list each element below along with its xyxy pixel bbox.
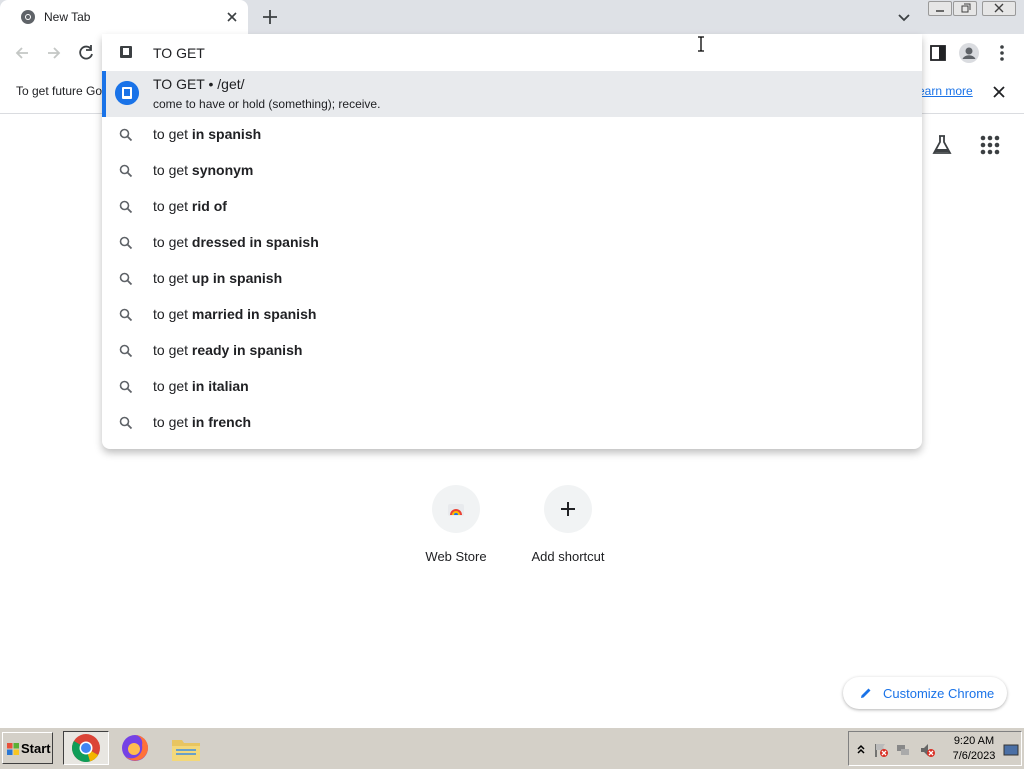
back-icon[interactable] (12, 43, 32, 63)
suggestion-row[interactable]: to get dressed in spanish (102, 225, 922, 261)
suggestion-row[interactable]: to get ready in spanish (102, 333, 922, 369)
minimize-icon (936, 10, 944, 12)
search-icon (119, 308, 133, 322)
suggestion-row[interactable]: to get in spanish (102, 117, 922, 153)
tab-strip: New Tab (0, 0, 1024, 34)
shortcut-label: Add shortcut (531, 549, 605, 564)
suggestion-text: to get ready in spanish (153, 342, 303, 358)
tab-title: New Tab (44, 10, 91, 24)
start-label: Start (21, 741, 51, 756)
customize-chrome-button[interactable]: Customize Chrome (843, 677, 1007, 709)
apps-grid-icon[interactable] (978, 133, 1002, 157)
start-button[interactable]: Start (2, 732, 53, 764)
menu-dots-icon[interactable] (991, 42, 1013, 64)
search-icon (119, 416, 133, 430)
page-icon (120, 46, 132, 58)
learn-more-link[interactable]: earn more (918, 84, 978, 98)
search-icon (119, 272, 133, 286)
web-store-icon (448, 504, 464, 516)
omnibox-input[interactable]: TO GET (153, 45, 205, 61)
labs-flask-icon[interactable] (930, 133, 954, 157)
plus-icon (561, 502, 575, 516)
dictionary-icon (115, 81, 139, 105)
text-cursor-icon (698, 36, 704, 52)
restore-icon (961, 3, 971, 13)
restore-button[interactable] (953, 1, 977, 16)
search-icon (119, 164, 133, 178)
tab-new-tab[interactable]: New Tab (0, 0, 248, 34)
clock-date: 7/6/2023 (952, 750, 996, 762)
search-icon (119, 128, 133, 142)
answer-definition: come to have or hold (something); receiv… (153, 97, 381, 111)
show-desktop-icon[interactable] (1003, 742, 1019, 758)
close-icon (994, 3, 1004, 13)
suggestion-text: to get dressed in spanish (153, 234, 319, 250)
suggestion-text: to get up in spanish (153, 270, 283, 286)
shortcut-tile (544, 485, 592, 533)
suggestion-text: to get synonym (153, 162, 254, 178)
close-tab-icon[interactable] (224, 9, 240, 25)
omnibox-input-row[interactable]: TO GET (102, 34, 922, 70)
side-panel-icon[interactable] (927, 42, 949, 64)
forward-icon[interactable] (44, 43, 64, 63)
new-tab-icon[interactable] (260, 7, 280, 27)
window-close-button[interactable] (982, 1, 1016, 16)
suggestion-row[interactable]: to get in italian (102, 369, 922, 405)
shortcut-web-store[interactable]: Web Store (400, 485, 512, 575)
chrome-icon (21, 10, 35, 24)
reload-icon[interactable] (76, 43, 96, 63)
suggestion-text: to get in spanish (153, 126, 262, 142)
minimize-button[interactable] (928, 1, 952, 16)
chrome-icon (72, 734, 100, 762)
taskbar-firefox[interactable] (112, 731, 158, 765)
clock-time: 9:20 AM (953, 735, 995, 747)
action-center-flag-icon[interactable] (873, 742, 889, 758)
shortcut-label: Web Store (425, 549, 487, 564)
folder-icon (172, 740, 200, 761)
pencil-icon (861, 688, 871, 698)
shortcut-tile (432, 485, 480, 533)
suggestion-row[interactable]: to get up in spanish (102, 261, 922, 297)
search-icon (119, 236, 133, 250)
suggestion-text: to get in french (153, 414, 252, 430)
volume-muted-icon[interactable] (919, 742, 935, 758)
suggestion-text: to get in italian (153, 378, 249, 394)
system-tray: 9:20 AM 7/6/2023 (848, 731, 1022, 766)
tab-search-icon[interactable] (895, 8, 913, 26)
windows-logo-icon (7, 743, 19, 755)
search-icon (119, 200, 133, 214)
firefox-icon (122, 735, 148, 761)
suggestion-text: to get married in spanish (153, 306, 317, 322)
info-bar-text: To get future Go (16, 84, 103, 98)
suggestion-row[interactable]: to get in french (102, 405, 922, 441)
suggestion-text: to get rid of (153, 198, 227, 214)
search-icon (119, 344, 133, 358)
suggestion-row[interactable]: to get married in spanish (102, 297, 922, 333)
show-hidden-icons-icon[interactable] (853, 742, 869, 758)
omnibox-dropdown: TO GET TO GET • /get/ come to have or ho… (102, 34, 922, 449)
info-bar-close-icon[interactable] (991, 84, 1007, 100)
taskbar: Start 9:20 AM 7/6/2023 (0, 727, 1024, 769)
answer-suggestion[interactable]: TO GET • /get/ come to have or hold (som… (102, 71, 922, 117)
profile-avatar-icon[interactable] (958, 42, 980, 64)
network-icon[interactable] (895, 742, 911, 758)
taskbar-chrome[interactable] (63, 731, 109, 765)
answer-title: TO GET • /get/ (153, 76, 245, 92)
suggestion-row[interactable]: to get rid of (102, 189, 922, 225)
customize-chrome-label: Customize Chrome (883, 686, 995, 701)
shortcut-add[interactable]: Add shortcut (512, 485, 624, 575)
taskbar-file-explorer[interactable] (164, 731, 210, 765)
suggestion-row[interactable]: to get synonym (102, 153, 922, 189)
search-icon (119, 380, 133, 394)
